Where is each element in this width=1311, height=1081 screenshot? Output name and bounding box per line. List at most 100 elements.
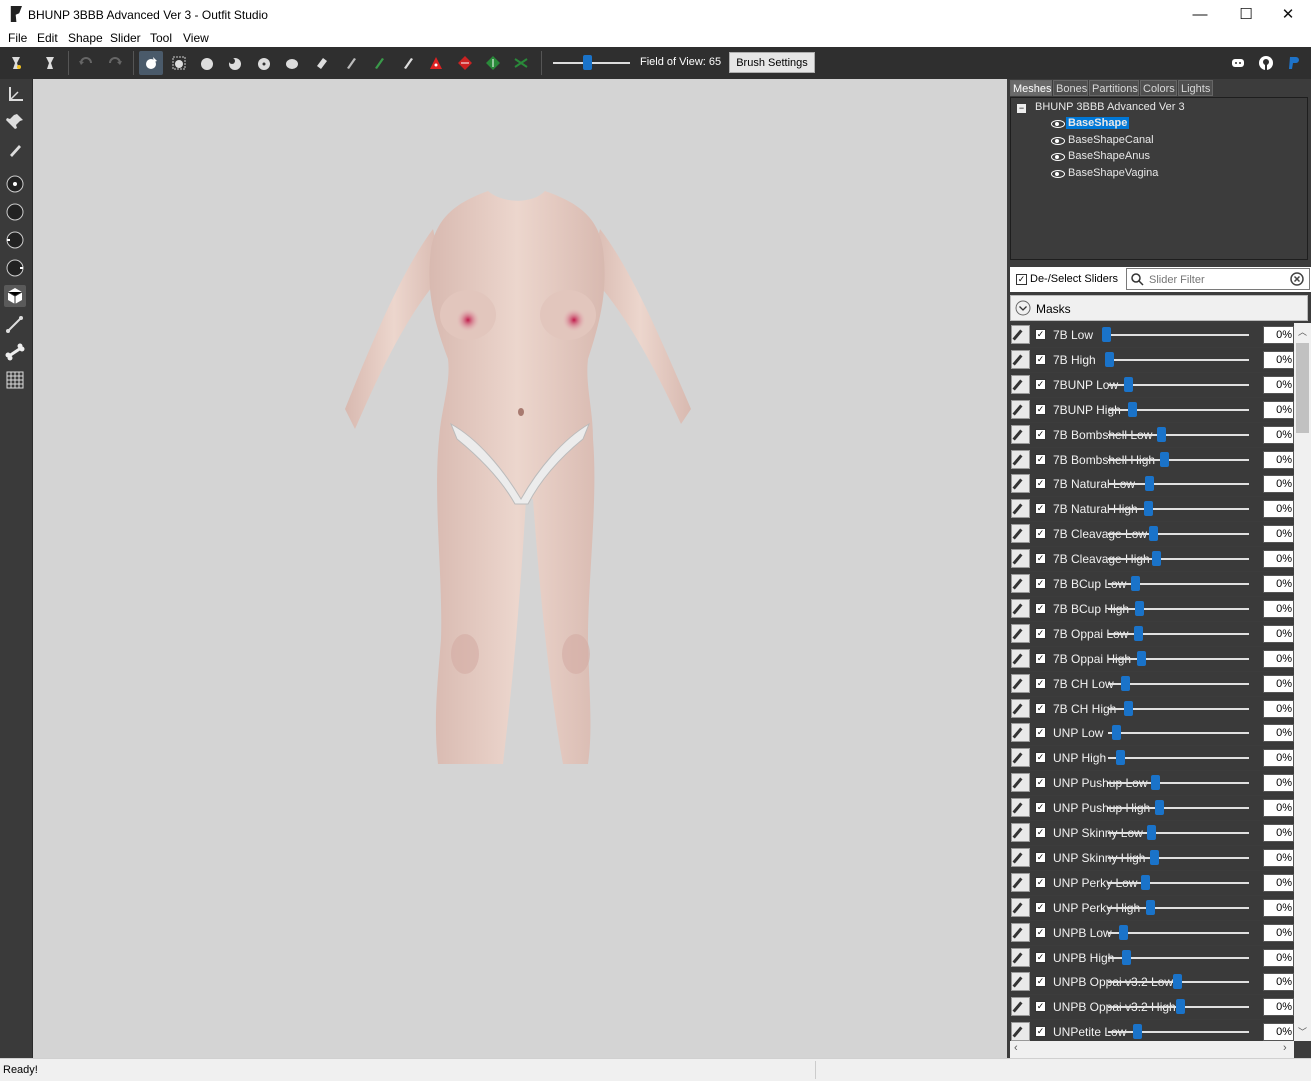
slider-value[interactable]: 0% bbox=[1263, 824, 1294, 842]
horizontal-scrollbar[interactable]: ‹ › bbox=[1010, 1041, 1294, 1058]
scroll-right-icon[interactable]: › bbox=[1283, 1042, 1287, 1054]
sphere-icon[interactable] bbox=[4, 201, 26, 223]
slider-value[interactable]: 0% bbox=[1263, 550, 1294, 569]
edit-slider-icon[interactable] bbox=[1011, 499, 1030, 519]
slider-value[interactable]: 0% bbox=[1263, 749, 1294, 768]
slider-thumb[interactable] bbox=[1119, 924, 1128, 940]
brush-settings-button[interactable]: Brush Settings bbox=[729, 52, 815, 73]
collapse-icon[interactable]: − bbox=[1017, 104, 1026, 113]
tab-lights[interactable]: Lights bbox=[1178, 80, 1213, 96]
slider-track[interactable] bbox=[1108, 607, 1249, 610]
slider-track[interactable] bbox=[1108, 931, 1249, 934]
slider-thumb[interactable] bbox=[1135, 600, 1144, 616]
tab-partitions[interactable]: Partitions bbox=[1089, 80, 1139, 96]
slider-track[interactable] bbox=[1108, 782, 1249, 785]
eye-icon[interactable] bbox=[1051, 120, 1065, 128]
edit-slider-icon[interactable] bbox=[1011, 947, 1030, 967]
edit-slider-icon[interactable] bbox=[1011, 798, 1030, 818]
slider-track[interactable] bbox=[1108, 881, 1249, 884]
slider-thumb[interactable] bbox=[1144, 501, 1153, 517]
fov-slider-thumb[interactable] bbox=[583, 55, 592, 70]
slider-value[interactable]: 0% bbox=[1263, 998, 1294, 1017]
slider-thumb[interactable] bbox=[1124, 376, 1133, 392]
slider-thumb[interactable] bbox=[1176, 999, 1185, 1015]
slider-value[interactable]: 0% bbox=[1263, 475, 1294, 494]
edit-slider-icon[interactable] bbox=[1011, 997, 1030, 1017]
slider-track[interactable] bbox=[1108, 906, 1249, 909]
slider-checkbox[interactable]: ✓ bbox=[1035, 901, 1046, 913]
slider-thumb[interactable] bbox=[1146, 899, 1155, 915]
slider-filter-box[interactable] bbox=[1126, 268, 1310, 290]
color-brush-icon[interactable] bbox=[367, 51, 391, 75]
slider-thumb[interactable] bbox=[1124, 700, 1133, 716]
edit-slider-icon[interactable] bbox=[1011, 399, 1030, 419]
slider-filter-input[interactable] bbox=[1147, 271, 1286, 289]
pen-icon[interactable] bbox=[4, 139, 26, 161]
sphere-left-icon[interactable] bbox=[4, 229, 26, 251]
edit-slider-icon[interactable] bbox=[1011, 773, 1030, 793]
3d-viewport[interactable] bbox=[33, 79, 1007, 1058]
slider-thumb[interactable] bbox=[1116, 750, 1125, 766]
slider-checkbox[interactable]: ✓ bbox=[1035, 578, 1046, 589]
maximize-button[interactable]: ☐ bbox=[1223, 0, 1269, 29]
bone-icon[interactable] bbox=[4, 341, 26, 363]
slider-checkbox[interactable]: ✓ bbox=[1035, 677, 1046, 689]
github-icon[interactable] bbox=[1254, 51, 1278, 75]
vertical-scrollbar[interactable]: ︿ ﹀ bbox=[1294, 323, 1311, 1041]
slider-thumb[interactable] bbox=[1149, 526, 1158, 542]
bones-icon[interactable] bbox=[4, 313, 26, 335]
inflate-brush-icon[interactable] bbox=[195, 51, 219, 75]
edit-slider-icon[interactable] bbox=[1011, 673, 1030, 693]
slider-value[interactable]: 0% bbox=[1263, 326, 1294, 344]
slider-track[interactable] bbox=[1108, 458, 1249, 461]
edit-slider-icon[interactable] bbox=[1011, 698, 1030, 718]
slider-checkbox[interactable]: ✓ bbox=[1035, 827, 1046, 838]
slider-value[interactable]: 0% bbox=[1263, 898, 1294, 917]
slider-value[interactable]: 0% bbox=[1263, 450, 1294, 469]
tree-shape-baseshapevagina[interactable]: BaseShapeVagina bbox=[1068, 167, 1158, 179]
split-edge-icon[interactable] bbox=[509, 51, 533, 75]
tab-meshes[interactable]: Meshes bbox=[1010, 80, 1052, 96]
edit-slider-icon[interactable] bbox=[1011, 872, 1030, 892]
slider-checkbox[interactable]: ✓ bbox=[1035, 851, 1046, 863]
menu-slider[interactable]: Slider bbox=[110, 31, 141, 45]
slider-value[interactable]: 0% bbox=[1263, 948, 1294, 967]
cube-icon[interactable] bbox=[4, 285, 26, 307]
menu-tool[interactable]: Tool bbox=[150, 31, 172, 45]
slider-checkbox[interactable]: ✓ bbox=[1035, 378, 1046, 390]
scroll-left-icon[interactable]: ‹ bbox=[1014, 1042, 1018, 1054]
slider-checkbox[interactable]: ✓ bbox=[1035, 777, 1046, 789]
slider-thumb[interactable] bbox=[1160, 451, 1169, 467]
tab-bones[interactable]: Bones bbox=[1053, 80, 1088, 96]
edit-slider-icon[interactable] bbox=[1011, 623, 1030, 643]
edit-slider-icon[interactable] bbox=[1011, 648, 1030, 668]
edit-slider-icon[interactable] bbox=[1011, 374, 1030, 394]
slider-checkbox[interactable]: ✓ bbox=[1035, 802, 1046, 814]
edit-slider-icon[interactable] bbox=[1011, 325, 1030, 344]
scroll-up-icon[interactable]: ︿ bbox=[1298, 325, 1307, 338]
slider-thumb[interactable] bbox=[1147, 825, 1156, 840]
slider-thumb[interactable] bbox=[1105, 351, 1114, 367]
grid-icon[interactable] bbox=[4, 369, 26, 391]
tab-colors[interactable]: Colors bbox=[1140, 80, 1177, 96]
slider-checkbox[interactable]: ✓ bbox=[1035, 503, 1046, 515]
slider-track[interactable] bbox=[1108, 832, 1249, 834]
slider-checkbox[interactable]: ✓ bbox=[1035, 752, 1046, 764]
discord-icon[interactable] bbox=[1226, 51, 1250, 75]
slider-track[interactable] bbox=[1108, 732, 1249, 735]
slider-value[interactable]: 0% bbox=[1263, 400, 1294, 419]
smooth-brush-icon[interactable] bbox=[280, 51, 304, 75]
slider-track[interactable] bbox=[1108, 433, 1249, 436]
edit-slider-icon[interactable] bbox=[1011, 823, 1030, 842]
select-icon[interactable] bbox=[139, 51, 163, 75]
edit-slider-icon[interactable] bbox=[1011, 723, 1030, 743]
slider-track[interactable] bbox=[1108, 632, 1249, 635]
edit-slider-icon[interactable] bbox=[1011, 449, 1030, 469]
slider-track[interactable] bbox=[1108, 856, 1249, 859]
slider-thumb[interactable] bbox=[1173, 974, 1182, 990]
slider-track[interactable] bbox=[1108, 358, 1249, 361]
edit-slider-icon[interactable] bbox=[1011, 424, 1030, 444]
slider-thumb[interactable] bbox=[1122, 949, 1131, 965]
close-button[interactable]: ✕ bbox=[1265, 0, 1311, 29]
edit-slider-icon[interactable] bbox=[1011, 847, 1030, 867]
